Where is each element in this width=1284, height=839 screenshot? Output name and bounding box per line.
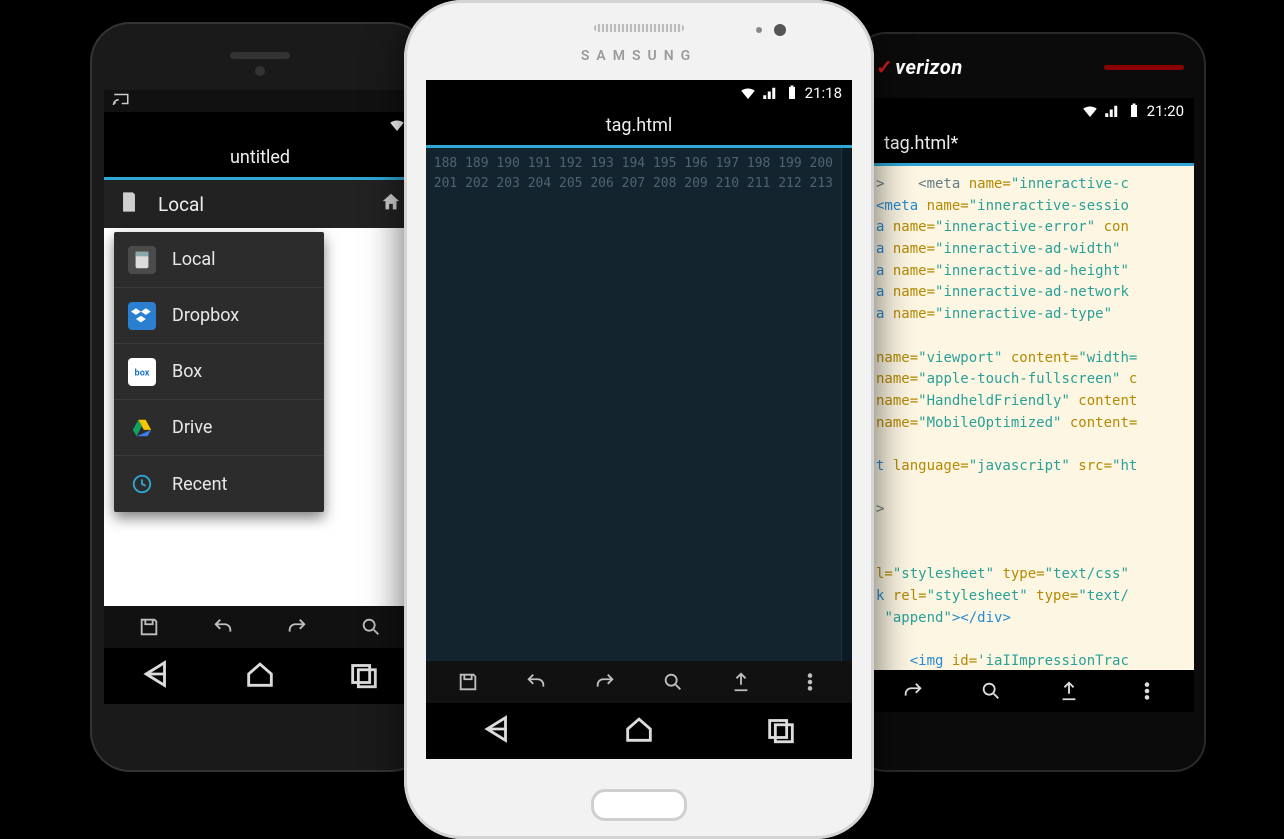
battery-icon [783, 84, 801, 102]
storage-item-local[interactable]: Local [114, 232, 324, 288]
samsung-logo: SAMSUNG [404, 48, 874, 64]
storage-item-box[interactable]: box Box [114, 344, 324, 400]
android-nav-bar [104, 648, 416, 704]
earpiece [594, 24, 684, 32]
editor-toolbar [866, 670, 1194, 712]
storage-item-label: Dropbox [172, 305, 239, 326]
recents-button[interactable] [347, 657, 381, 695]
cast-icon [112, 90, 130, 112]
screen-right: 21:20 tag.html* > <meta name="inneractiv… [866, 98, 1194, 712]
home-button[interactable] [622, 712, 656, 750]
title-bar: tag.html* [866, 124, 1194, 166]
line-gutter: 188 189 190 191 192 193 194 195 196 197 … [426, 148, 842, 661]
wifi-icon [1081, 102, 1099, 120]
undo-button[interactable] [208, 612, 238, 642]
redo-button[interactable] [590, 667, 620, 697]
redo-button[interactable] [282, 612, 312, 642]
box-icon: box [128, 358, 156, 386]
svg-text:box: box [135, 368, 150, 378]
phone-left: untitled Local Local [90, 22, 430, 772]
google-drive-icon [128, 414, 156, 442]
back-button[interactable] [139, 657, 173, 695]
storage-popup: Local Dropbox box Box [114, 232, 324, 512]
carrier-logo: ✓verizon [876, 55, 963, 79]
overflow-menu-button[interactable] [1132, 676, 1162, 706]
document-title: tag.html* [884, 133, 958, 154]
document-title: untitled [230, 147, 290, 168]
clock: 21:18 [805, 84, 842, 102]
phone-brand-bar: ✓verizon [854, 47, 1206, 87]
recent-icon [128, 470, 156, 498]
storage-header[interactable]: Local [104, 180, 416, 228]
signal-icon [761, 84, 779, 102]
earpiece [230, 52, 290, 59]
title-bar: tag.html [426, 106, 852, 148]
storage-item-label: Local [172, 249, 216, 270]
android-status-bar [104, 112, 416, 138]
storage-item-recent[interactable]: Recent [114, 456, 324, 512]
overflow-menu-button[interactable] [795, 667, 825, 697]
file-browser-body[interactable]: Local Dropbox box Box [104, 228, 416, 606]
battery-icon [1125, 102, 1143, 120]
dropbox-icon [128, 302, 156, 330]
code-body[interactable]: try { //this.executeNativeCall("expand",… [842, 148, 852, 661]
storage-item-drive[interactable]: Drive [114, 400, 324, 456]
code-editor[interactable]: > <meta name="inneractive-c <meta name="… [866, 166, 1194, 670]
android-status-bar: 21:20 [866, 98, 1194, 124]
code-editor[interactable]: 188 189 190 191 192 193 194 195 196 197 … [426, 148, 852, 661]
screen-left: untitled Local Local [104, 90, 416, 704]
status-bar [104, 90, 416, 112]
storage-item-label: Recent [172, 474, 227, 495]
title-bar: untitled [104, 138, 416, 180]
android-nav-bar [426, 703, 852, 759]
back-button[interactable] [480, 712, 514, 750]
redo-button[interactable] [898, 676, 928, 706]
sensor [756, 27, 762, 33]
save-button[interactable] [134, 612, 164, 642]
android-status-bar: 21:18 [426, 80, 852, 106]
sd-card-icon [118, 191, 140, 218]
home-icon[interactable] [380, 191, 402, 218]
storage-item-label: Box [172, 361, 202, 382]
document-title: tag.html [606, 115, 673, 136]
signal-icon [1103, 102, 1121, 120]
share-button[interactable] [726, 667, 756, 697]
speaker-grill [1104, 65, 1184, 70]
search-button[interactable] [356, 612, 386, 642]
recents-button[interactable] [764, 712, 798, 750]
home-button[interactable] [243, 657, 277, 695]
storage-item-dropbox[interactable]: Dropbox [114, 288, 324, 344]
front-camera [255, 66, 265, 76]
wifi-icon [739, 84, 757, 102]
editor-toolbar [104, 606, 416, 648]
storage-item-label: Drive [172, 417, 212, 438]
sd-card-icon [128, 246, 156, 274]
search-button[interactable] [976, 676, 1006, 706]
editor-toolbar [426, 661, 852, 703]
undo-button[interactable] [521, 667, 551, 697]
share-button[interactable] [1054, 676, 1084, 706]
hardware-home-button[interactable] [591, 789, 687, 821]
search-button[interactable] [658, 667, 688, 697]
front-camera [774, 24, 786, 36]
phone-right: ✓verizon 21:20 tag.html* > <meta name="i… [854, 32, 1206, 772]
save-button[interactable] [453, 667, 483, 697]
storage-header-label: Local [158, 193, 204, 216]
screen-center: 21:18 tag.html 188 189 190 191 192 193 1… [426, 80, 852, 759]
clock: 21:20 [1147, 102, 1184, 120]
phone-center: SAMSUNG 21:18 tag.html 188 189 190 191 1… [404, 0, 874, 839]
